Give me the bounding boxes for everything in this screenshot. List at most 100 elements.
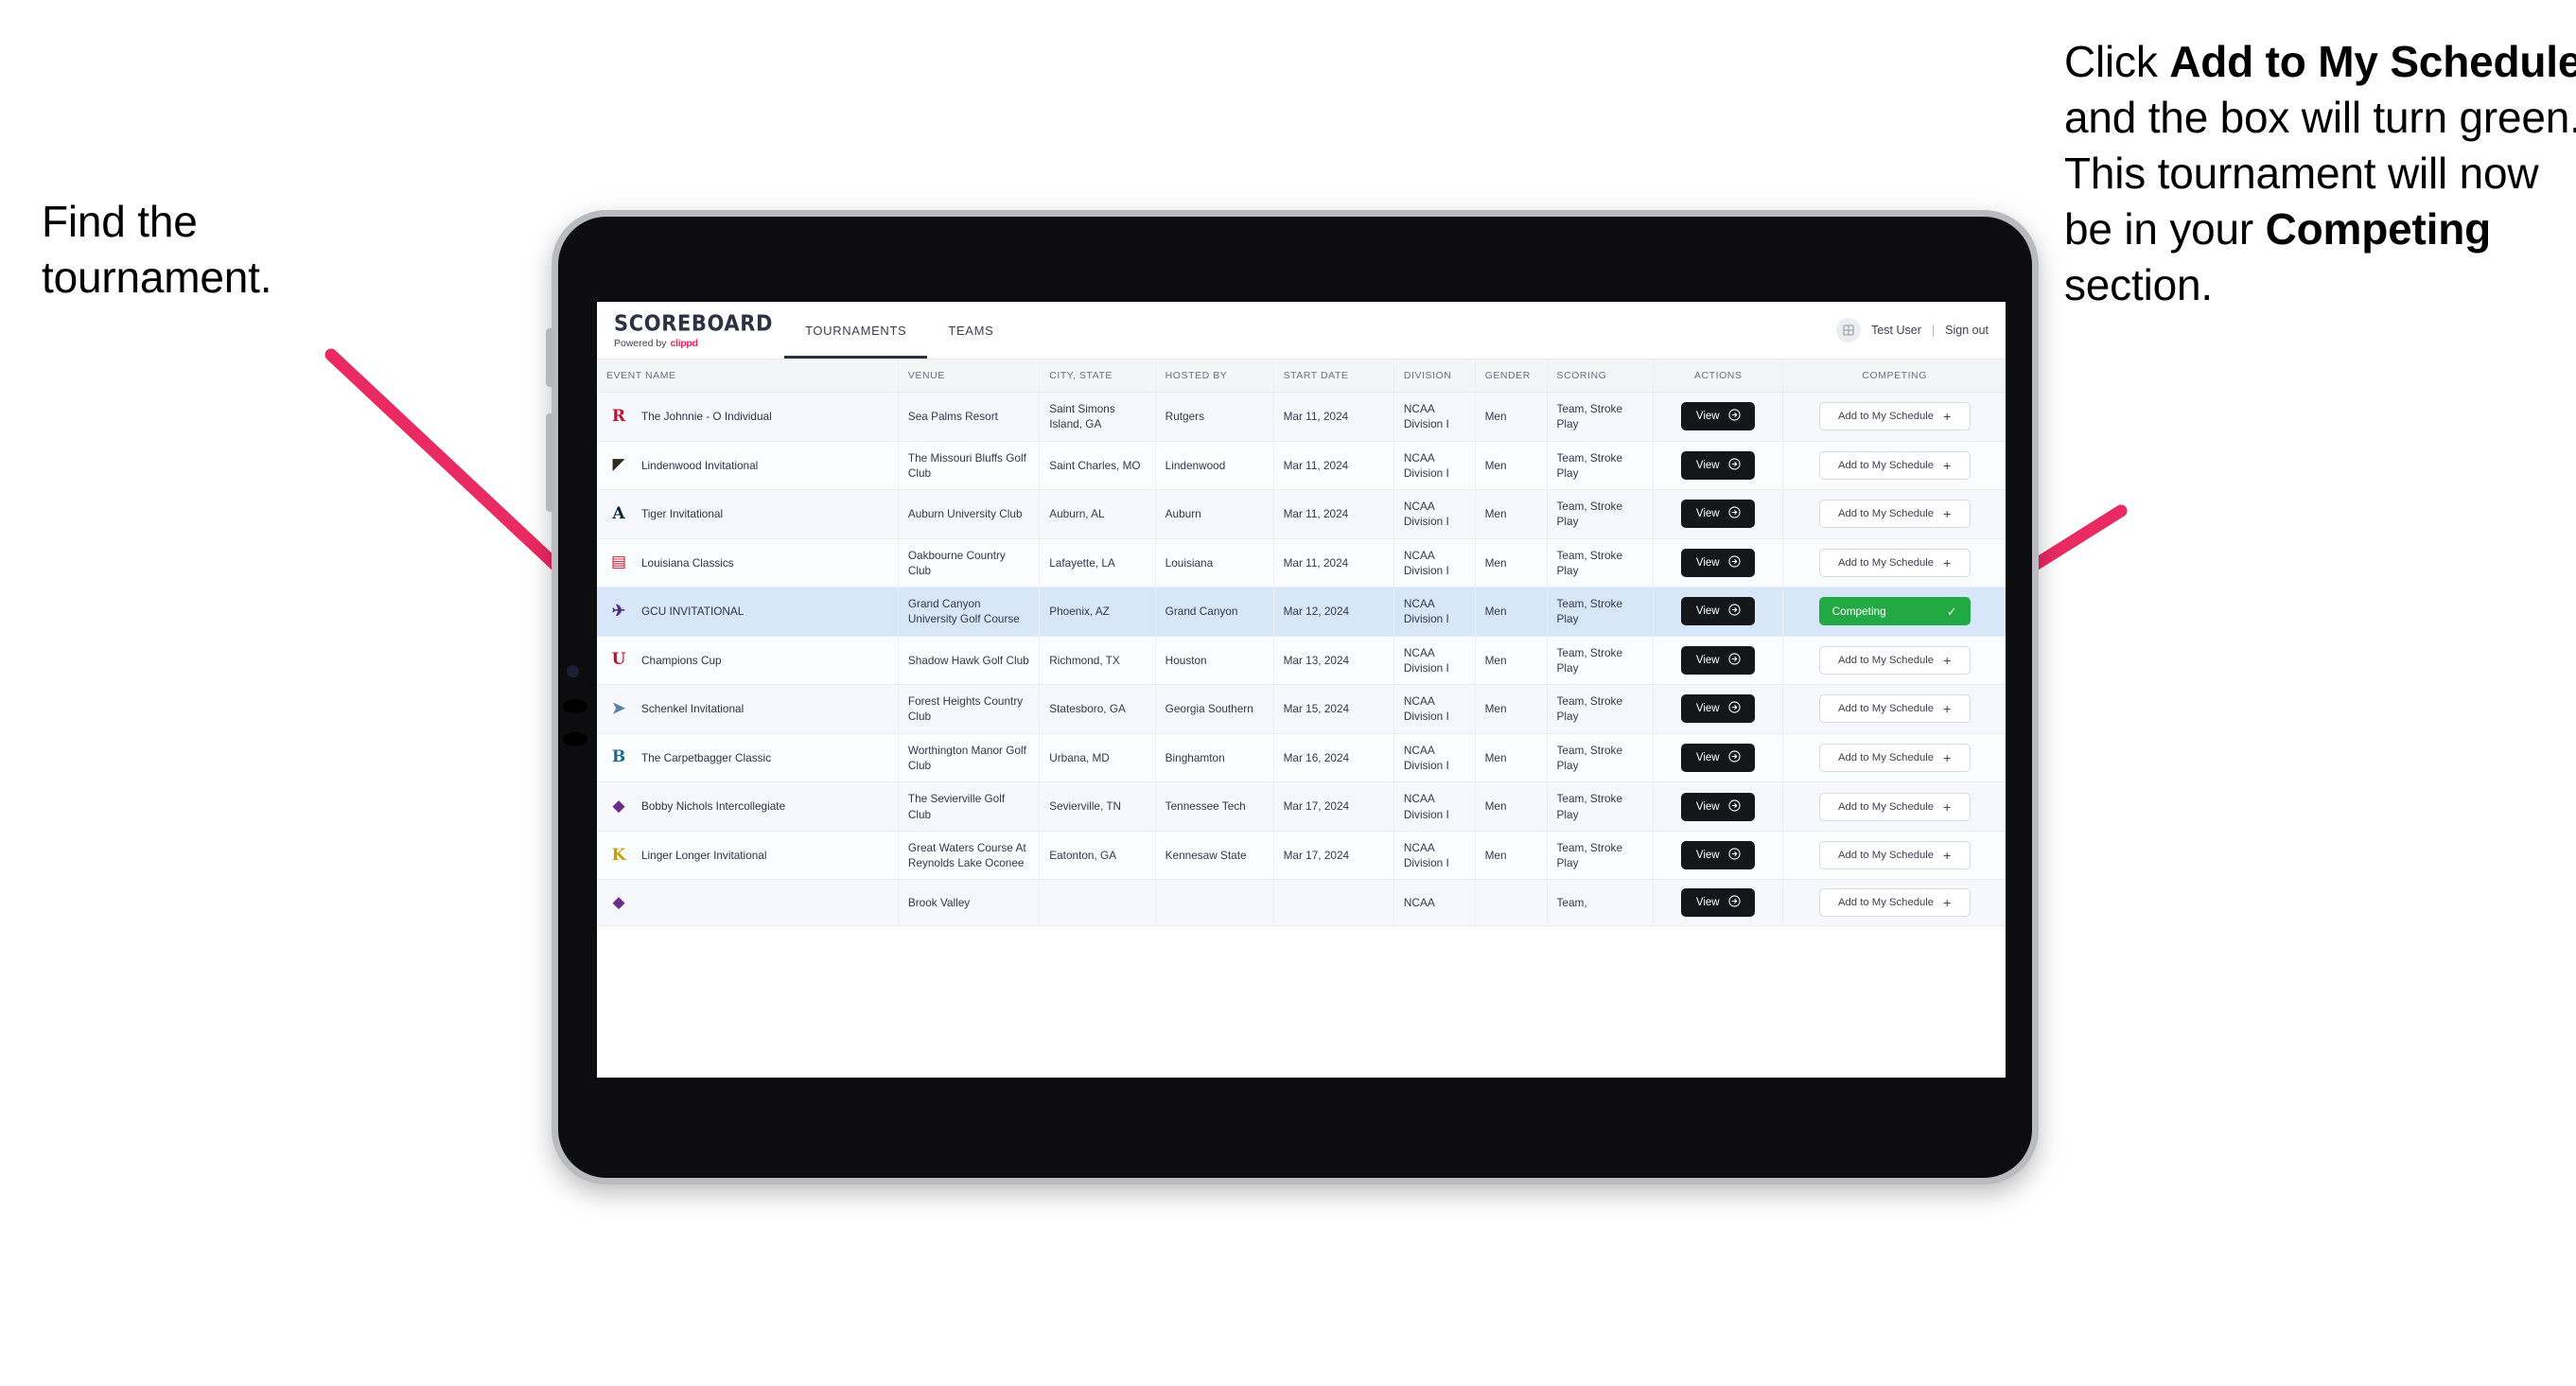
cell-scoring: Team, [1547, 879, 1655, 927]
add-to-my-schedule-label: Add to My Schedule [1837, 459, 1935, 471]
team-logo-icon: ✈ [611, 601, 626, 621]
cell-scoring: Team, Stroke Play [1547, 587, 1655, 637]
view-button[interactable]: View [1681, 888, 1756, 918]
sign-out-link[interactable]: Sign out [1945, 324, 1989, 337]
view-button[interactable]: View [1681, 597, 1756, 626]
view-button-label: View [1695, 459, 1720, 471]
brand-clippd: clippd [670, 337, 698, 349]
add-to-my-schedule-button[interactable]: Add to My Schedule + [1818, 743, 1971, 772]
app-header: SCOREBOARD Powered by clippd TOURNAMENTS… [597, 302, 2006, 360]
cell-venue: Auburn University Club [898, 489, 1041, 539]
add-to-my-schedule-button[interactable]: Add to My Schedule + [1818, 792, 1971, 821]
cell-division: NCAA Division I [1393, 538, 1476, 588]
event-name-label: Champions Cup [641, 653, 722, 667]
cell-competing: Add to My Schedule + [1782, 441, 2006, 491]
plus-icon: + [1943, 457, 1952, 473]
cell-hosted-by: Kennesaw State [1155, 831, 1274, 881]
view-button-label: View [1695, 751, 1720, 763]
tablet-power-button[interactable] [546, 413, 554, 512]
cell-division: NCAA Division I [1393, 392, 1476, 442]
cell-actions: View [1653, 733, 1784, 783]
add-to-my-schedule-label: Add to My Schedule [1837, 751, 1935, 763]
view-button-label: View [1695, 605, 1720, 618]
cell-actions: View [1653, 587, 1784, 637]
add-to-my-schedule-button[interactable]: Add to My Schedule + [1818, 888, 1971, 918]
event-name-label: GCU INVITATIONAL [641, 605, 745, 619]
cell-start-date: Mar 16, 2024 [1273, 733, 1394, 783]
cell-gender: Men [1475, 684, 1548, 734]
cell-city-state: Phoenix, AZ [1039, 587, 1156, 637]
view-button-label: View [1695, 508, 1720, 520]
view-button[interactable]: View [1681, 645, 1756, 675]
table-row[interactable]: A Tiger Invitational Auburn University Clu… [597, 489, 2006, 539]
view-button-label: View [1695, 800, 1720, 813]
table-row[interactable]: ◤ Lindenwood Invitational The Missouri Blu… [597, 441, 2006, 491]
table-row[interactable]: ▤ Louisiana Classics Oakbourne Country Clu… [597, 538, 2006, 588]
column-header-hosted-by: HOSTED BY [1155, 360, 1274, 393]
tab-teams[interactable]: TEAMS [927, 302, 1014, 359]
table-row[interactable]: R The Johnnie - O Individual Sea Palms Res… [597, 392, 2006, 442]
annotation-left-line2: tournament. [42, 252, 272, 302]
cell-city-state: Urbana, MD [1039, 733, 1156, 783]
add-to-my-schedule-button[interactable]: Add to My Schedule + [1818, 450, 1971, 480]
annotation-right-bold-add: Add to My Schedule [2169, 37, 2576, 86]
cell-gender: Men [1475, 831, 1548, 881]
cell-city-state: Eatonton, GA [1039, 831, 1156, 881]
cell-actions: View [1653, 879, 1784, 927]
add-to-my-schedule-button[interactable]: Add to My Schedule + [1818, 402, 1971, 431]
cell-hosted-by: Auburn [1155, 489, 1274, 539]
user-grid-icon[interactable] [1836, 318, 1862, 342]
add-to-my-schedule-label: Add to My Schedule [1837, 556, 1935, 569]
cell-start-date: Mar 11, 2024 [1273, 538, 1394, 588]
arrow-circle-right-icon [1727, 798, 1741, 815]
cell-city-state: Saint Charles, MO [1039, 441, 1156, 491]
cell-competing: Add to My Schedule + [1782, 538, 2006, 588]
tab-tournaments-label: TOURNAMENTS [805, 323, 907, 338]
cell-division: NCAA Division I [1393, 781, 1476, 832]
table-row[interactable]: U Champions Cup Shadow Hawk Golf Club Richm… [597, 636, 2006, 686]
cell-hosted-by: Tennessee Tech [1155, 781, 1274, 832]
plus-icon: + [1943, 554, 1952, 570]
cell-start-date: Mar 11, 2024 [1273, 441, 1394, 491]
view-button[interactable]: View [1681, 450, 1756, 480]
competing-button[interactable]: Competing ✓ [1818, 597, 1971, 626]
view-button[interactable]: View [1681, 500, 1756, 529]
view-button[interactable]: View [1681, 841, 1756, 870]
cell-gender: Men [1475, 781, 1548, 832]
team-logo-icon: B [611, 747, 626, 767]
table-row[interactable]: ◆ Bobby Nichols Intercollegiate The Sevier… [597, 781, 2006, 832]
add-to-my-schedule-label: Add to My Schedule [1837, 800, 1935, 813]
add-to-my-schedule-button[interactable]: Add to My Schedule + [1818, 841, 1971, 870]
tablet-volume-button[interactable] [546, 328, 554, 387]
plus-icon: + [1943, 506, 1952, 522]
add-to-my-schedule-button[interactable]: Add to My Schedule + [1818, 645, 1971, 675]
table-row[interactable]: B The Carpetbagger Classic Worthington Man… [597, 733, 2006, 783]
view-button[interactable]: View [1681, 792, 1756, 821]
arrow-circle-right-icon [1727, 653, 1741, 668]
add-to-my-schedule-button[interactable]: Add to My Schedule + [1818, 500, 1971, 529]
table-row[interactable]: ➤ Schenkel Invitational Forest Heights Cou… [597, 684, 2006, 734]
column-header-competing: COMPETING [1782, 360, 2006, 393]
table-row[interactable]: K Linger Longer Invitational Great Waters … [597, 831, 2006, 881]
tournaments-table-container[interactable]: EVENT NAME VENUE CITY, STATE HOSTED BY S… [597, 360, 2006, 1078]
view-button[interactable]: View [1681, 548, 1756, 577]
cell-venue: Shadow Hawk Golf Club [898, 636, 1041, 686]
view-button[interactable]: View [1681, 402, 1756, 431]
view-button[interactable]: View [1681, 743, 1756, 772]
add-to-my-schedule-button[interactable]: Add to My Schedule + [1818, 548, 1971, 577]
tablet-screen: SCOREBOARD Powered by clippd TOURNAMENTS… [597, 302, 2006, 1078]
cell-event-name: A Tiger Invitational [597, 489, 899, 539]
add-to-my-schedule-button[interactable]: Add to My Schedule + [1818, 694, 1971, 724]
table-row[interactable]: ◆ Brook Valley NCAA Team, View Add to My Sche… [597, 879, 2006, 927]
tab-tournaments[interactable]: TOURNAMENTS [784, 302, 928, 359]
cell-event-name: ➤ Schenkel Invitational [597, 684, 899, 734]
cell-actions: View [1653, 538, 1784, 588]
table-row[interactable]: ✈ GCU INVITATIONAL Grand Canyon University… [597, 587, 2006, 637]
tablet-device: SCOREBOARD Powered by clippd TOURNAMENTS… [546, 210, 2039, 1184]
view-button[interactable]: View [1681, 694, 1756, 724]
view-button-label: View [1695, 897, 1720, 909]
plus-icon: + [1943, 701, 1952, 717]
event-name-label: Tiger Invitational [641, 507, 724, 521]
table-header-row: EVENT NAME VENUE CITY, STATE HOSTED BY S… [597, 360, 2006, 393]
event-name-label: Louisiana Classics [641, 555, 734, 570]
